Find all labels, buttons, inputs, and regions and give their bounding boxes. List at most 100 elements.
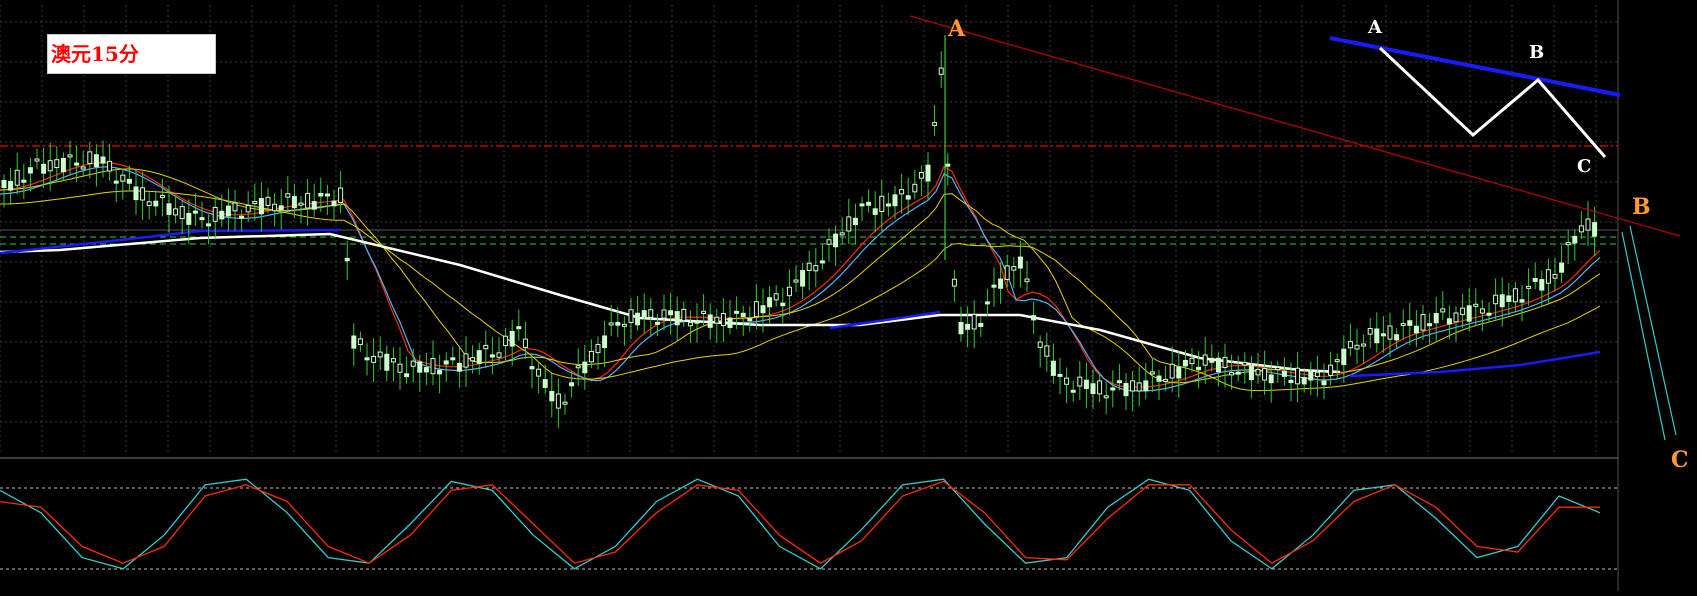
candle-body xyxy=(1070,389,1076,393)
candle-body xyxy=(958,322,964,335)
candle-body xyxy=(54,159,60,169)
candle-body xyxy=(753,301,759,318)
candle-body xyxy=(423,367,429,373)
candle-body xyxy=(938,67,944,75)
candle-body xyxy=(1,180,7,188)
candle-body xyxy=(522,338,528,348)
candle-body xyxy=(951,278,957,287)
ma-mid-yellow-2 xyxy=(0,190,1601,392)
candle-body xyxy=(1097,380,1103,395)
candle-body xyxy=(305,192,311,209)
candle-body xyxy=(740,312,746,317)
candle-body xyxy=(41,163,47,174)
candle-body xyxy=(866,201,872,206)
candle-body xyxy=(146,201,152,206)
inset-label-a: A xyxy=(1367,17,1383,38)
candle-body xyxy=(516,326,522,330)
candle-body xyxy=(978,322,984,327)
candle-body xyxy=(786,286,792,297)
candle-body xyxy=(1149,371,1155,375)
candle-body xyxy=(1004,265,1010,280)
candle-body xyxy=(892,194,898,207)
chart-canvas: A B C A B C 澳元15分 xyxy=(0,0,1697,591)
candle-body xyxy=(1545,269,1551,284)
candle-body xyxy=(767,297,773,308)
candle-body xyxy=(681,308,687,322)
candle-body xyxy=(298,202,304,206)
candle-body xyxy=(60,158,66,173)
candle-body xyxy=(1407,320,1413,326)
candle-body xyxy=(694,320,700,324)
candle-body xyxy=(47,160,53,172)
candle-body xyxy=(747,318,753,322)
candle-body xyxy=(1341,348,1347,366)
candle-body xyxy=(278,205,284,211)
candle-body xyxy=(1413,325,1419,334)
candle-body xyxy=(549,390,555,402)
candle-body xyxy=(1446,318,1452,325)
candle-body xyxy=(1526,285,1532,289)
candle-body xyxy=(133,186,139,201)
projection-line-1 xyxy=(1629,225,1677,436)
inset-trendline xyxy=(1329,36,1621,97)
candle-body xyxy=(608,322,614,326)
wave-label-a: A xyxy=(947,16,966,42)
candle-body xyxy=(285,193,291,198)
candle-body xyxy=(14,169,20,186)
candle-body xyxy=(1262,368,1268,381)
candle-body xyxy=(1083,379,1089,389)
candle-body xyxy=(727,317,733,328)
candle-body xyxy=(450,357,456,361)
candle-body xyxy=(1387,325,1393,340)
candle-body xyxy=(1116,380,1122,384)
candle-body xyxy=(1427,323,1433,327)
chart-title-box: 澳元15分 xyxy=(47,34,216,74)
candle-body xyxy=(965,323,971,330)
candle-body xyxy=(615,321,621,326)
candle-body xyxy=(1011,266,1017,271)
candle-body xyxy=(21,179,27,183)
candle-body xyxy=(905,195,911,200)
candle-body xyxy=(476,350,482,364)
candle-body xyxy=(291,196,297,209)
candle-body xyxy=(173,208,179,216)
candle-body xyxy=(674,311,680,326)
candle-body xyxy=(595,343,601,354)
wave-label-c: C xyxy=(1671,447,1689,473)
candle-body xyxy=(1565,242,1571,246)
candle-body xyxy=(1136,382,1142,392)
candle-body xyxy=(621,323,627,327)
candle-body xyxy=(998,278,1004,289)
candle-body xyxy=(153,200,159,207)
candle-body xyxy=(437,369,443,375)
candle-body xyxy=(1090,383,1096,395)
candle-body xyxy=(1585,218,1591,231)
candle-body xyxy=(265,196,271,206)
inset-label-b: B xyxy=(1529,42,1544,63)
candle-body xyxy=(1057,373,1063,377)
candle-body xyxy=(1077,376,1083,387)
candle-body xyxy=(159,195,165,199)
candle-body xyxy=(654,321,660,325)
descending-trendline xyxy=(909,15,1681,237)
candle-body xyxy=(1506,295,1512,302)
candle-body xyxy=(344,257,350,262)
candle-body xyxy=(470,357,476,362)
candle-body xyxy=(1433,313,1439,324)
candle-body xyxy=(351,335,357,349)
candle-body xyxy=(641,310,647,318)
candle-body xyxy=(1209,357,1215,363)
candle-body xyxy=(707,314,713,328)
candle-body xyxy=(819,260,825,264)
candle-body xyxy=(1064,377,1070,385)
candle-body xyxy=(1499,294,1505,308)
candle-body xyxy=(918,172,924,179)
candle-body xyxy=(140,187,146,201)
candle-body xyxy=(1552,273,1558,279)
candle-body xyxy=(1301,377,1307,385)
candle-body xyxy=(1275,366,1281,370)
candle-body xyxy=(971,314,977,330)
candle-body xyxy=(773,293,779,301)
candle-body xyxy=(397,363,403,373)
ma-long-white xyxy=(0,232,1341,374)
